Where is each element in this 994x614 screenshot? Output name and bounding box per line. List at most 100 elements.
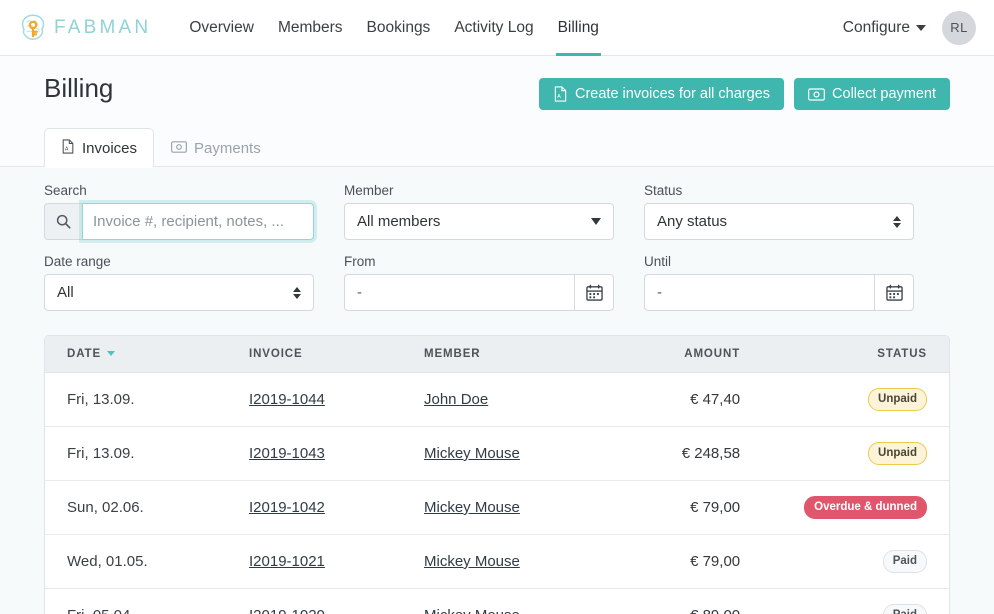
status-select-value: Any status: [657, 213, 728, 230]
cell-status: Unpaid: [790, 426, 949, 481]
cell-member: Mickey Mouse: [410, 426, 655, 481]
table-header-row: Date Invoice Member Amount Status: [45, 336, 949, 373]
member-link[interactable]: Mickey Mouse: [424, 499, 520, 516]
column-header-member[interactable]: Member: [410, 336, 655, 373]
calendar-icon[interactable]: [874, 274, 914, 311]
cell-status: Unpaid: [790, 372, 949, 427]
sort-descending-icon: [107, 351, 116, 357]
status-badge: Unpaid: [868, 442, 927, 465]
create-invoices-label: Create invoices for all charges: [574, 86, 771, 102]
date-range-select-value: All: [57, 284, 74, 301]
brain-key-logo-icon: [18, 13, 48, 43]
select-spinner-icon: [293, 286, 301, 299]
nav-item-overview[interactable]: Overview: [177, 0, 266, 56]
title-row: Billing A Create invoices for all charge…: [44, 73, 950, 110]
svg-text:A: A: [557, 94, 561, 100]
from-field-group: From: [344, 254, 614, 311]
nav-item-billing[interactable]: Billing: [546, 0, 611, 56]
search-field-group: Search: [44, 183, 314, 240]
banknote-icon: [171, 140, 187, 157]
invoices-table-area: Date Invoice Member Amount Status Fri, 1…: [0, 327, 994, 614]
cell-date: Sun, 02.06.: [45, 480, 235, 535]
search-input[interactable]: [82, 203, 314, 240]
svg-text:A: A: [65, 146, 69, 152]
member-field-group: Member All members: [344, 183, 614, 240]
filters-panel: Search Member All members: [0, 167, 994, 327]
invoice-link[interactable]: I2019-1020: [249, 607, 325, 614]
column-header-amount[interactable]: Amount: [655, 336, 791, 373]
filters-row-1: Search Member All members: [44, 183, 950, 240]
cell-status: Paid: [790, 589, 949, 614]
cell-status: Paid: [790, 534, 949, 589]
tab-invoices-label: Invoices: [82, 140, 138, 157]
calendar-icon[interactable]: [574, 274, 614, 311]
cell-amount: € 47,40: [655, 372, 791, 427]
member-link[interactable]: Mickey Mouse: [424, 607, 520, 614]
member-select[interactable]: All members: [344, 203, 614, 240]
date-range-field-group: Date range All: [44, 254, 314, 311]
invoice-link[interactable]: I2019-1042: [249, 499, 325, 516]
date-range-select[interactable]: All: [44, 274, 314, 311]
invoices-table: Date Invoice Member Amount Status Fri, 1…: [45, 336, 949, 614]
from-control: [344, 274, 614, 311]
cell-invoice: I2019-1042: [235, 480, 410, 535]
brand-logo-link[interactable]: FABMAN: [18, 13, 151, 43]
status-badge: Overdue & dunned: [804, 496, 927, 519]
cell-member: Mickey Mouse: [410, 589, 655, 614]
member-link[interactable]: Mickey Mouse: [424, 445, 520, 462]
table-row[interactable]: Fri, 13.09. I2019-1043 Mickey Mouse € 248,5…: [45, 426, 949, 481]
member-link[interactable]: Mickey Mouse: [424, 553, 520, 570]
tab-payments-label: Payments: [194, 140, 261, 157]
column-header-status[interactable]: Status: [790, 336, 949, 373]
cell-member: Mickey Mouse: [410, 480, 655, 535]
table-row[interactable]: Wed, 01.05. I2019-1021 Mickey Mouse € 79,00…: [45, 534, 949, 589]
invoice-link[interactable]: I2019-1044: [249, 391, 325, 408]
header-actions: A Create invoices for all charges Collec…: [538, 74, 950, 110]
pdf-file-icon: A: [553, 86, 568, 102]
until-control: [644, 274, 914, 311]
nav-item-members[interactable]: Members: [266, 0, 355, 56]
filters-row-2: Date range All From - Until -: [44, 254, 950, 311]
cell-invoice: I2019-1044: [235, 372, 410, 427]
pdf-file-icon: A: [61, 139, 75, 158]
page-title: Billing: [44, 73, 114, 103]
chevron-down-icon: [591, 218, 601, 225]
status-select[interactable]: Any status: [644, 203, 914, 240]
invoice-link[interactable]: I2019-1021: [249, 553, 325, 570]
column-header-date[interactable]: Date: [45, 336, 235, 373]
status-badge: Paid: [882, 604, 927, 614]
table-row[interactable]: Fri, 13.09. I2019-1044 John Doe € 47,40 Unpa…: [45, 372, 949, 427]
collect-payment-button[interactable]: Collect payment: [794, 78, 950, 110]
status-label: Status: [644, 183, 683, 198]
cell-date: Fri, 13.09.: [45, 372, 235, 427]
table-row[interactable]: Fri, 05.04. I2019-1020 Mickey Mouse € 89,00…: [45, 589, 949, 614]
column-header-date-label: Date: [67, 348, 102, 360]
search-icon[interactable]: [44, 203, 82, 240]
table-row[interactable]: Sun, 02.06. I2019-1042 Mickey Mouse € 79,00…: [45, 480, 949, 535]
configure-menu-button[interactable]: Configure: [843, 19, 926, 37]
collect-payment-label: Collect payment: [832, 86, 936, 102]
create-invoices-button[interactable]: A Create invoices for all charges: [538, 78, 785, 110]
tab-invoices[interactable]: A Invoices: [44, 128, 155, 168]
invoice-link[interactable]: I2019-1043: [249, 445, 325, 462]
from-label: From: [344, 254, 376, 269]
cell-invoice: I2019-1020: [235, 589, 410, 614]
configure-label: Configure: [842, 18, 910, 36]
cell-invoice: I2019-1021: [235, 534, 410, 589]
search-label: Search: [44, 183, 87, 198]
nav-item-activity-log[interactable]: Activity Log: [442, 0, 545, 56]
cell-amount: € 248,58: [655, 426, 791, 481]
nav-item-bookings[interactable]: Bookings: [355, 0, 443, 56]
from-date-input[interactable]: [344, 274, 574, 311]
main-nav-links: Overview Members Bookings Activity Log B…: [177, 0, 611, 56]
tab-payments[interactable]: Payments: [154, 128, 278, 167]
status-badge: Unpaid: [868, 388, 927, 411]
cell-member: John Doe: [410, 372, 655, 427]
member-link[interactable]: John Doe: [424, 391, 488, 408]
until-date-input[interactable]: [644, 274, 874, 311]
cell-amount: € 89,00: [655, 589, 790, 614]
column-header-invoice[interactable]: Invoice: [235, 336, 410, 373]
nav-right-group: Configure RL: [843, 10, 976, 45]
status-badge: Paid: [882, 550, 927, 573]
avatar[interactable]: RL: [942, 10, 976, 45]
